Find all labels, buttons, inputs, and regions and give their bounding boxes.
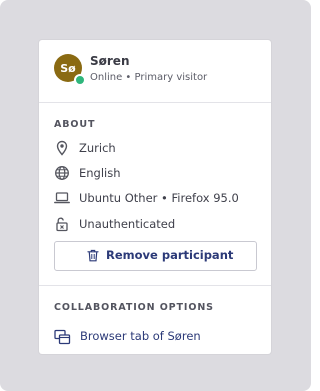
about-item-label: Ubuntu Other • Firefox 95.0 <box>79 191 239 205</box>
browser-tab-link[interactable]: Browser tab of Søren <box>54 328 254 346</box>
participant-name: Søren <box>90 54 130 68</box>
remove-participant-label: Remove participant <box>106 248 234 262</box>
remove-participant-button[interactable]: Remove participant <box>54 241 257 271</box>
about-item-language: English <box>54 165 264 183</box>
about-item-label: English <box>79 166 121 180</box>
location-pin-icon <box>56 140 68 156</box>
about-item-auth: Unauthenticated <box>54 216 264 234</box>
browser-tab-label: Browser tab of Søren <box>80 329 201 343</box>
globe-icon <box>55 166 69 180</box>
divider <box>39 102 271 103</box>
participant-header: Sø Søren Online • Primary visitor <box>39 40 271 102</box>
collaboration-section-title: COLLABORATION OPTIONS <box>54 302 214 313</box>
participant-status: Online • Primary visitor <box>90 72 208 83</box>
about-item-location: Zurich <box>54 140 264 158</box>
laptop-icon <box>54 192 70 204</box>
avatar-initials: Sø <box>60 61 76 75</box>
about-item-device: Ubuntu Other • Firefox 95.0 <box>54 190 264 208</box>
about-section-title: ABOUT <box>54 119 96 130</box>
browser-tab-icon <box>54 329 71 345</box>
panel-backdrop: Sø Søren Online • Primary visitor ABOUT … <box>0 0 311 391</box>
divider <box>39 285 271 286</box>
online-status-dot <box>74 74 86 86</box>
unlocked-padlock-icon <box>56 217 68 232</box>
participant-card: Sø Søren Online • Primary visitor ABOUT … <box>39 40 271 354</box>
trash-icon <box>87 249 99 262</box>
about-item-label: Unauthenticated <box>79 217 176 231</box>
about-item-label: Zurich <box>79 141 116 155</box>
